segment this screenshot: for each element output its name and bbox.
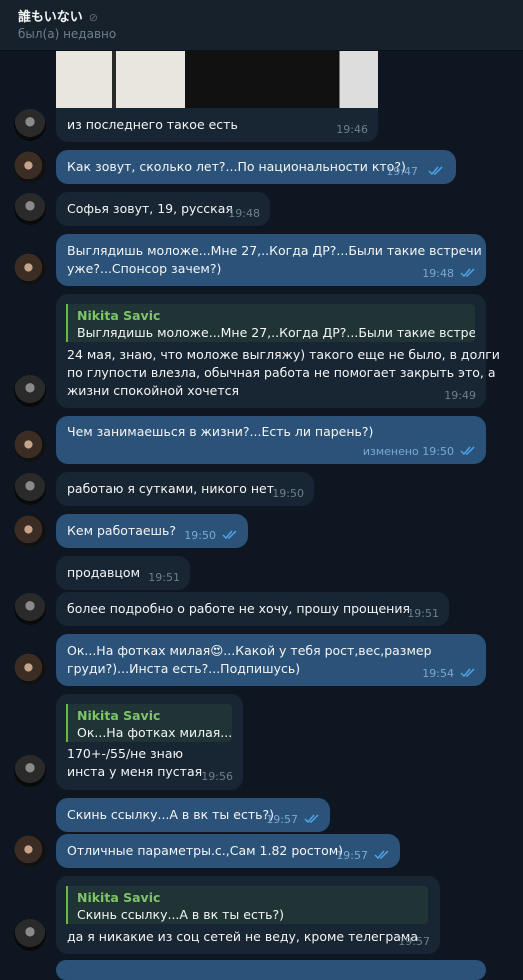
message-text: из последнего такое есть: [67, 117, 238, 132]
message-bubble-outgoing[interactable]: Чем занимаешься в жизни?...Есть ли парен…: [56, 416, 486, 464]
message-time: 19:50: [184, 529, 216, 542]
message-text: Чем занимаешься в жизни?...Есть ли парен…: [67, 424, 374, 439]
avatar[interactable]: [14, 653, 46, 685]
message-bubble-incoming[interactable]: Nikita Savic Ок...На фотках милая... 170…: [56, 694, 243, 790]
message-bubble-outgoing[interactable]: Как зовут, сколько лет?...По национально…: [56, 150, 456, 184]
message-text: Отличные параметры.с.,Сам 1.82 ростом): [67, 843, 344, 858]
reply-text: Выглядишь моложе...Мне 27,..Когда ДР?...…: [77, 325, 475, 340]
read-checkmarks-icon: [222, 530, 237, 540]
message-text-line: уже?...Спонсор зачем?): [67, 261, 222, 276]
edited-label: изменено: [362, 445, 419, 458]
message-text: продавцом: [67, 565, 141, 580]
muted-icon: ⊘: [88, 11, 98, 24]
avatar[interactable]: [14, 193, 46, 225]
reply-quote[interactable]: Nikita Savic Ок...На фотках милая...: [66, 704, 232, 742]
message-bubble-outgoing[interactable]: Выглядишь моложе...Мне 27,..Когда ДР?...…: [56, 234, 486, 286]
message-bubble-outgoing[interactable]: Отличные параметры.с.,Сам 1.82 ростом) 1…: [56, 834, 400, 868]
avatar[interactable]: [14, 375, 46, 407]
message-time: изменено 19:50: [363, 445, 454, 458]
avatar[interactable]: [14, 515, 46, 547]
message-bubble-incoming[interactable]: Nikita Savic Выглядишь моложе...Мне 27,.…: [56, 294, 500, 408]
message-bubble-incoming[interactable]: Nikita Savic Скинь ссылку...А в вк ты ес…: [56, 876, 440, 954]
time-value: 19:50: [422, 445, 454, 458]
message-time: 19:46: [336, 123, 368, 136]
message-text-line: жизни спокойной хочется: [67, 383, 240, 398]
reply-text: Скинь ссылку...А в вк ты есть?): [77, 907, 284, 922]
message-time: 19:57: [398, 935, 430, 948]
message-text: более подробно о работе не хочу, прошу п…: [67, 601, 410, 616]
message-bubble-outgoing[interactable]: Кем работаешь? 19:50: [56, 514, 248, 548]
avatar[interactable]: [14, 253, 46, 285]
read-checkmarks-icon: [460, 446, 475, 456]
chat-title-text: 誰もいない: [18, 10, 83, 25]
message-text: работаю я сутками, никого нет: [67, 481, 274, 496]
reply-author: Nikita Savic: [77, 708, 161, 723]
message-text: Кем работаешь?: [67, 523, 176, 538]
avatar[interactable]: [14, 755, 46, 787]
reply-quote[interactable]: Nikita Savic Выглядишь моложе...Мне 27,.…: [66, 304, 475, 342]
message-time: 19:56: [201, 770, 233, 783]
message-text-line: 170+-/55/не знаю: [67, 746, 184, 761]
message-text: Как зовут, сколько лет?...По национально…: [67, 159, 406, 174]
message-bubble-incoming[interactable]: работаю я сутками, никого нет 19:50: [56, 472, 314, 506]
message-time: 19:48: [228, 207, 260, 220]
read-checkmarks-icon: [460, 268, 475, 278]
message-time: 19:50: [272, 487, 304, 500]
message-text: Софья зовут, 19, русская: [67, 201, 233, 216]
message-bubble-outgoing[interactable]: Ок...На фотках милая😍...Какой у тебя рос…: [56, 634, 486, 686]
photo-message[interactable]: [56, 50, 378, 112]
read-checkmarks-icon: [374, 850, 389, 860]
text-part: Ок...На фотках милая: [67, 643, 211, 658]
message-time: 19:51: [407, 607, 439, 620]
message-time: 19:57: [336, 849, 368, 862]
avatar[interactable]: [14, 919, 46, 951]
message-text: Скинь ссылку...А в вк ты есть?): [67, 807, 274, 822]
avatar[interactable]: [14, 430, 46, 462]
message-bubble-incoming[interactable]: из последнего такое есть 19:46: [56, 108, 378, 142]
avatar[interactable]: [14, 109, 46, 141]
message-text-line: груди?)...Инста есть?...Подпишусь): [67, 661, 301, 676]
message-text: да я никакие из соц сетей не веду, кроме…: [67, 929, 419, 944]
text-part: ...Какой у тебя рост,вес,размер: [223, 643, 432, 658]
avatar[interactable]: [14, 473, 46, 505]
chat-title[interactable]: 誰もいない ⊘: [18, 6, 98, 25]
message-time: 19:57: [266, 813, 298, 826]
message-bubble-incoming[interactable]: более подробно о работе не хочу, прошу п…: [56, 592, 449, 626]
message-text-line: Выглядишь моложе...Мне 27,..Когда ДР?...…: [67, 243, 482, 258]
message-time: 19:54: [422, 667, 454, 680]
message-time: 19:51: [148, 571, 180, 584]
last-seen-status: был(а) недавно: [18, 27, 117, 41]
reply-text: Ок...На фотках милая...: [77, 725, 232, 740]
message-bubble-outgoing[interactable]: Скинь ссылку...А в вк ты есть?) 19:57: [56, 798, 330, 832]
message-bubble-outgoing-partial[interactable]: [56, 960, 486, 980]
reply-author: Nikita Savic: [77, 890, 161, 905]
photo-content: [112, 50, 116, 112]
avatar[interactable]: [14, 151, 46, 183]
avatar[interactable]: [14, 835, 46, 867]
message-time: 19:49: [444, 389, 476, 402]
message-text-line: Ок...На фотках милая😍...Какой у тебя рос…: [67, 642, 432, 660]
reply-author: Nikita Savic: [77, 308, 161, 323]
message-text-line: инста у меня пустая: [67, 764, 203, 779]
read-checkmarks-icon: [428, 166, 443, 176]
message-bubble-incoming[interactable]: продавцом 19:51: [56, 556, 190, 590]
reply-quote[interactable]: Nikita Savic Скинь ссылку...А в вк ты ес…: [66, 886, 428, 924]
chat-header[interactable]: 誰もいない ⊘ был(а) недавно: [0, 0, 523, 51]
avatar[interactable]: [14, 593, 46, 625]
message-time: 19:47: [386, 165, 418, 178]
read-checkmarks-icon: [304, 814, 319, 824]
heart-eyes-emoji-icon: 😍: [210, 643, 224, 658]
message-bubble-incoming[interactable]: Софья зовут, 19, русская 19:48: [56, 192, 270, 226]
message-time: 19:48: [422, 267, 454, 280]
message-text-line: по глупости влезла, обычная работа не по…: [67, 365, 496, 380]
read-checkmarks-icon: [460, 668, 475, 678]
message-text-line: 24 мая, знаю, что моложе выгляжу) такого…: [67, 347, 500, 362]
